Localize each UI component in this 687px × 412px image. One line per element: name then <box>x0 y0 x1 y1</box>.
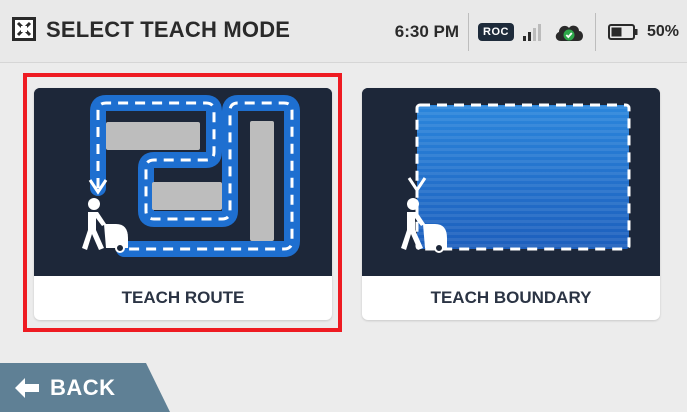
header-bar: SELECT TEACH MODE 6:30 PM ROC 50% <box>0 0 687 63</box>
battery-icon <box>607 23 638 40</box>
arrow-left-icon <box>15 377 39 398</box>
back-button[interactable]: BACK <box>0 363 170 412</box>
route-illustration-icon <box>34 88 332 276</box>
teach-boundary-label: TEACH BOUNDARY <box>430 288 592 307</box>
teach-boundary-card[interactable]: TEACH BOUNDARY <box>362 88 660 320</box>
status-divider <box>468 12 470 51</box>
app-logo-icon <box>12 17 36 41</box>
teach-route-card[interactable]: TEACH ROUTE <box>34 88 332 320</box>
cloud-check-icon <box>555 25 583 41</box>
boundary-illustration-icon <box>362 88 660 276</box>
clock-time: 6:30 PM <box>394 21 460 41</box>
signal-bars-icon <box>522 23 543 41</box>
back-label: BACK <box>50 374 116 400</box>
battery-status <box>607 23 638 40</box>
status-divider <box>594 12 596 51</box>
page-title: SELECT TEACH MODE <box>46 17 291 42</box>
roc-badge: ROC <box>478 22 514 41</box>
status-bar: 6:30 PM ROC 50% <box>395 0 687 63</box>
teach-route-label: TEACH ROUTE <box>121 288 245 307</box>
battery-percent: 50% <box>646 22 679 40</box>
